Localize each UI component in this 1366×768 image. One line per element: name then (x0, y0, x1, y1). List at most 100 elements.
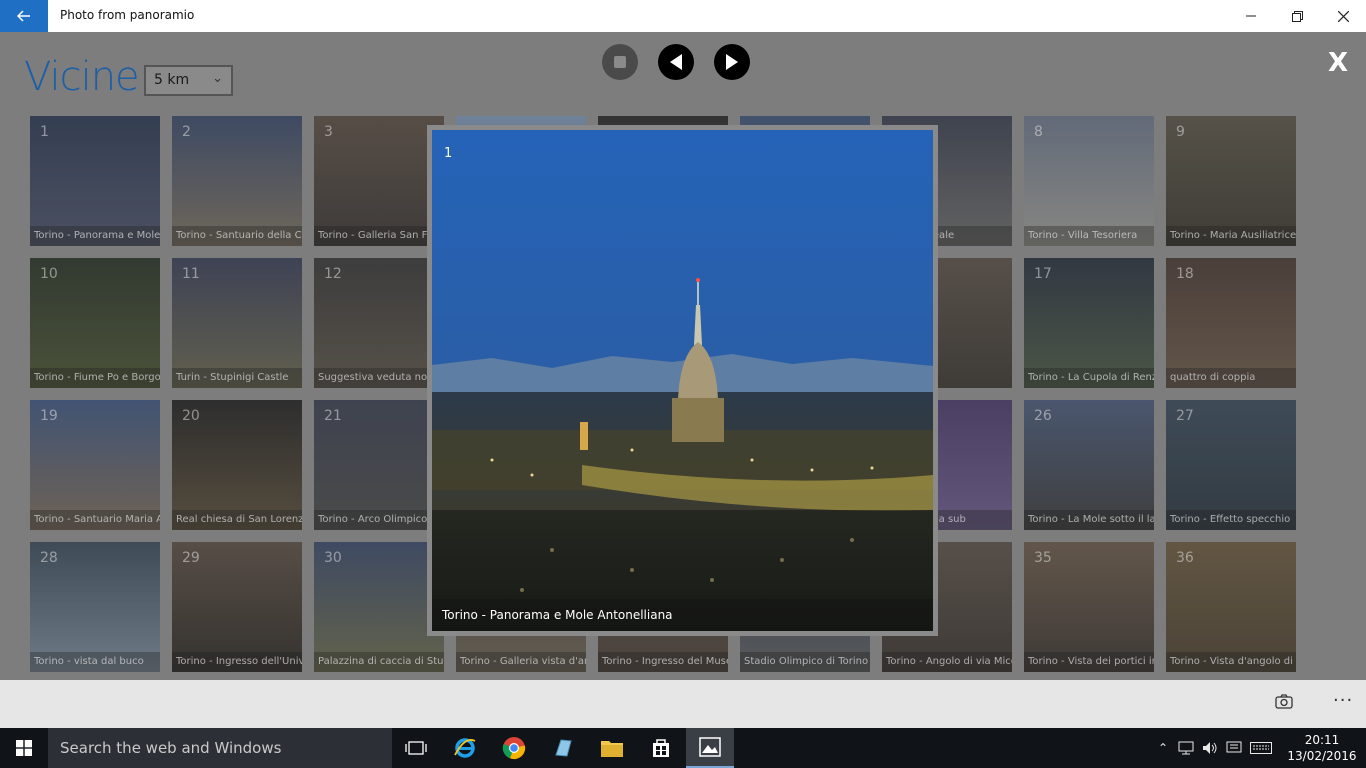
photo-tile-number: 1 (40, 124, 49, 140)
photo-tile-number: 11 (182, 266, 200, 282)
photo-tile[interactable]: 28 Torino - vista dal buco (30, 542, 160, 672)
taskbar-search[interactable]: Search the web and Windows (48, 728, 392, 768)
photo-tile-number: 18 (1176, 266, 1194, 282)
file-explorer-button[interactable] (588, 728, 636, 768)
stop-button[interactable] (602, 44, 638, 80)
image-icon (699, 737, 721, 757)
notepad-icon (555, 739, 572, 757)
photo-tile[interactable]: 36 Torino - Vista d'angolo di Pi (1166, 542, 1296, 672)
more-button[interactable]: ··· (1333, 690, 1353, 711)
photo-tile-caption: Torino - Vista d'angolo di Pi (1166, 652, 1296, 672)
notifications-icon[interactable] (1226, 741, 1242, 755)
photo-tile-caption: Torino - Santuario della Consolata (172, 226, 302, 246)
distance-dropdown[interactable]: 5 km ⌄ (144, 65, 233, 96)
clock[interactable]: 20:11 13/02/2016 (1284, 732, 1360, 764)
restore-icon (1291, 10, 1303, 22)
photo-tile-caption: Torino - Fiume Po e Borgo Medievale (30, 368, 160, 388)
photo-tile-caption: Suggestiva veduta notturna (314, 368, 444, 388)
next-button[interactable] (714, 44, 750, 80)
taskbar: Search the web and Windows ⌃ 20:11 13/02… (0, 728, 1366, 768)
chevron-down-icon: ⌄ (212, 71, 223, 86)
system-tray: ⌃ (1158, 728, 1273, 768)
photo-tile[interactable]: 17 Torino - La Cupola di Renzo (1024, 258, 1154, 388)
photo-tile-number: 9 (1176, 124, 1185, 140)
clock-time: 20:11 (1304, 733, 1340, 747)
photo-tile[interactable]: 20 Real chiesa di San Lorenzo (172, 400, 302, 530)
photo-tile-caption: Torino - Villa Tesoriera (1024, 226, 1154, 246)
photo-tile[interactable]: 1 Torino - Panorama e Mole Antonelliana (30, 116, 160, 246)
photo-tile-caption: Torino - Angolo di via Micca (882, 652, 1012, 672)
clock-date: 13/02/2016 (1287, 749, 1357, 763)
photo-tile-caption: Torino - Vista dei portici in fila (1024, 652, 1154, 672)
photo-tile-number: 19 (40, 408, 58, 424)
photo-tile-caption: Torino - La Cupola di Renzo (1024, 368, 1154, 388)
rotate-camera-button[interactable] (1273, 692, 1295, 716)
photo-tile[interactable]: 9 Torino - Maria Ausiliatrice In (1166, 116, 1296, 246)
task-view-button[interactable] (392, 728, 440, 768)
start-button[interactable] (0, 728, 48, 768)
close-window-button[interactable] (1320, 0, 1366, 32)
app-button[interactable] (539, 728, 587, 768)
edge-browser-button[interactable] (441, 728, 489, 768)
photo-tile[interactable]: 11 Turin - Stupinigi Castle (172, 258, 302, 388)
photo-tile[interactable]: 35 Torino - Vista dei portici in fila (1024, 542, 1154, 672)
windows-logo-icon (16, 740, 32, 756)
stop-icon (614, 56, 626, 68)
photo-tile-number: 3 (324, 124, 333, 140)
photo-tile-number: 36 (1176, 550, 1194, 566)
store-icon (653, 739, 669, 757)
distance-value: 5 km (154, 72, 190, 88)
minimize-icon (1246, 15, 1256, 17)
keyboard-icon[interactable] (1250, 742, 1273, 754)
photo-tile-number: 35 (1034, 550, 1052, 566)
previous-button[interactable] (658, 44, 694, 80)
photo-tile[interactable]: 26 Torino - La Mole sotto il lampione (1024, 400, 1154, 530)
photo-tile-caption: Torino - Galleria vista d'angolo (456, 652, 586, 672)
photo-tile-caption: Turin - Stupinigi Castle (172, 368, 302, 388)
photo-tile-number: 12 (324, 266, 342, 282)
photo-app-button[interactable] (686, 728, 734, 768)
photo-tile-caption: Palazzina di caccia di Stupinigi (314, 652, 444, 672)
photo-tile[interactable]: 10 Torino - Fiume Po e Borgo Medievale (30, 258, 160, 388)
popup-image: 1 Torino - Panorama e Mole Antonelliana (432, 130, 933, 631)
photo-tile[interactable]: 19 Torino - Santuario Maria Ausiliatrice (30, 400, 160, 530)
photo-tile-caption: Torino - La Mole sotto il lampione (1024, 510, 1154, 530)
photo-tile-caption: Torino - Arco Olimpico (314, 510, 444, 530)
photo-tile[interactable]: 18 quattro di coppia (1166, 258, 1296, 388)
window-title: Photo from panoramio (60, 8, 195, 22)
chrome-button[interactable] (490, 728, 538, 768)
photo-tile[interactable]: 8 Torino - Villa Tesoriera (1024, 116, 1154, 246)
photo-tile[interactable]: 2 Torino - Santuario della Consolata (172, 116, 302, 246)
photo-tile-caption: Torino - Ingresso dell'Università (172, 652, 302, 672)
photo-tile[interactable]: 12 Suggestiva veduta notturna (314, 258, 444, 388)
photo-tile[interactable]: 30 Palazzina di caccia di Stupinigi (314, 542, 444, 672)
photo-tile-caption: Stadio Olimpico di Torino (740, 652, 870, 672)
close-icon (1337, 10, 1349, 22)
volume-icon[interactable] (1202, 741, 1218, 755)
photo-tile-number: 28 (40, 550, 58, 566)
photo-tile-number: 29 (182, 550, 200, 566)
photo-tile[interactable]: 3 Torino - Galleria San Federico (314, 116, 444, 246)
photo-tile-caption: Torino - Santuario Maria Ausiliatrice (30, 510, 160, 530)
photo-popup[interactable]: 1 Torino - Panorama e Mole Antonelliana (427, 125, 938, 636)
minimize-button[interactable] (1228, 0, 1274, 32)
task-view-icon (405, 741, 427, 755)
photo-tile-number: 20 (182, 408, 200, 424)
page-title: Vicine (24, 54, 140, 100)
photo-tile-caption: Torino - Maria Ausiliatrice In (1166, 226, 1296, 246)
photo-tile[interactable]: 21 Torino - Arco Olimpico (314, 400, 444, 530)
store-button[interactable] (637, 728, 685, 768)
back-button[interactable] (0, 0, 48, 32)
rotate-camera-icon (1275, 694, 1293, 709)
close-slideshow-button[interactable]: X (1328, 48, 1348, 78)
restore-button[interactable] (1274, 0, 1320, 32)
network-icon[interactable] (1178, 741, 1194, 755)
photo-tile-caption: Real chiesa di San Lorenzo (172, 510, 302, 530)
popup-photo (432, 130, 933, 631)
photo-tile-caption: Torino - Panorama e Mole Antonelliana (30, 226, 160, 246)
photo-tile[interactable]: 29 Torino - Ingresso dell'Università (172, 542, 302, 672)
photo-tile-number: 21 (324, 408, 342, 424)
popup-photo-caption: Torino - Panorama e Mole Antonelliana (432, 599, 933, 631)
photo-tile[interactable]: 27 Torino - Effetto specchio (1166, 400, 1296, 530)
chevron-up-icon[interactable]: ⌃ (1158, 741, 1168, 755)
